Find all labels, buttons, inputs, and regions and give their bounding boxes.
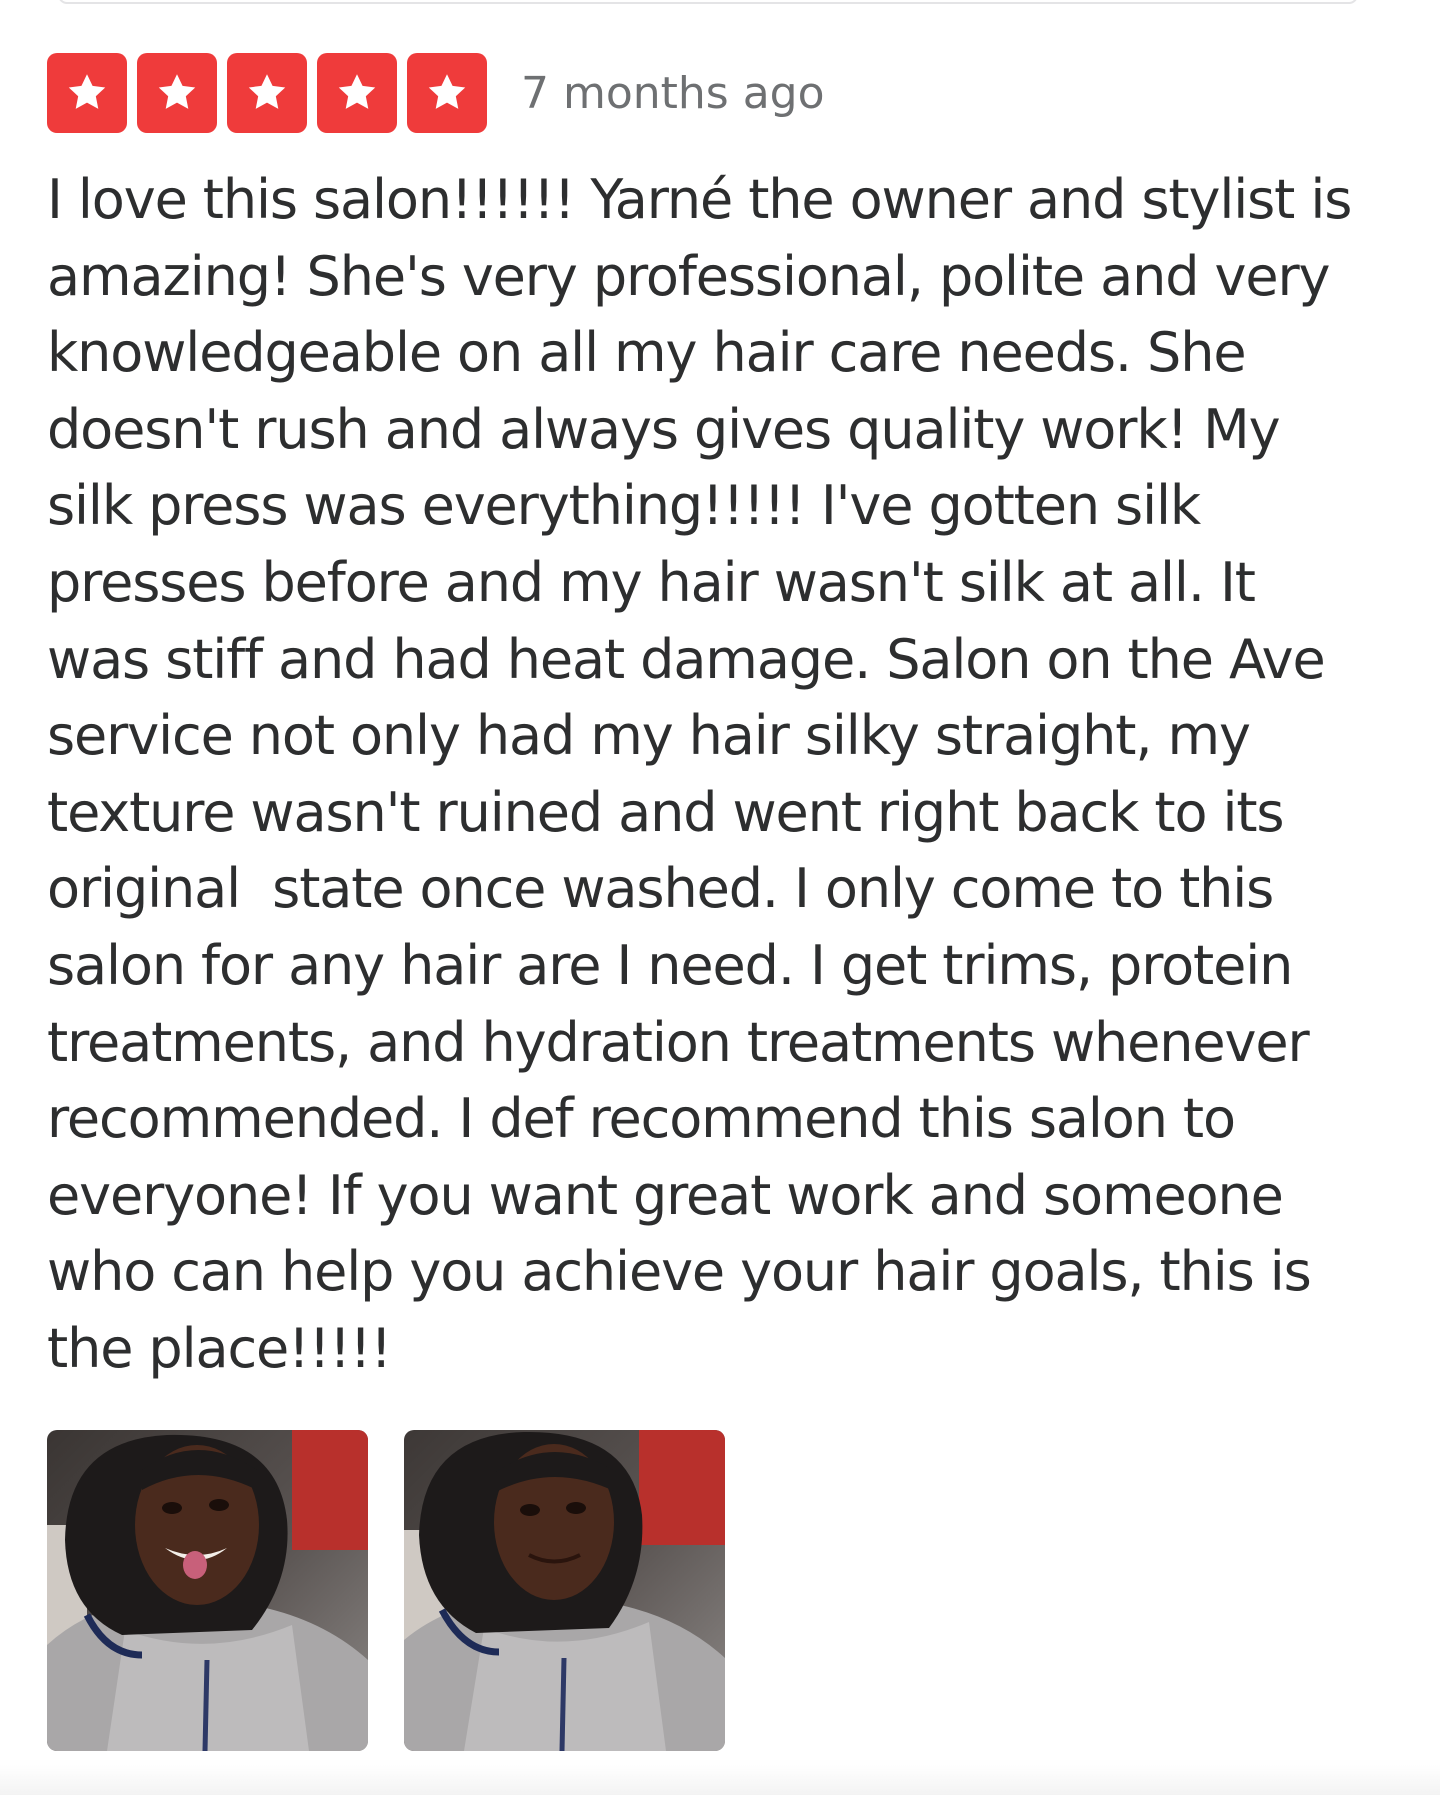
review-line: everyone! If you want great work and som… bbox=[47, 1163, 1284, 1227]
rating-row: 7 months ago bbox=[47, 52, 1387, 134]
review-line: original state once washed. I only come … bbox=[47, 857, 1274, 921]
review-photo-2[interactable] bbox=[404, 1430, 725, 1751]
review-line: salon for any hair are I need. I get tri… bbox=[47, 933, 1293, 997]
review-line: silk press was everything!!!!! I've gott… bbox=[47, 474, 1201, 538]
review-line: presses before and my hair wasn't silk a… bbox=[47, 550, 1256, 614]
review-line: who can help you achieve your hair goals… bbox=[47, 1240, 1312, 1304]
review-line: texture wasn't ruined and went right bac… bbox=[47, 780, 1285, 844]
review-photo-1[interactable] bbox=[47, 1430, 368, 1751]
bottom-edge bbox=[0, 1765, 1440, 1795]
review-line: amazing! She's very professional, polite… bbox=[47, 244, 1331, 308]
review-line: service not only had my hair silky strai… bbox=[47, 704, 1251, 768]
star-icon bbox=[137, 53, 217, 133]
review-photos bbox=[47, 1430, 725, 1751]
review-line: the place!!!!! bbox=[47, 1316, 392, 1380]
review-line: recommended. I def recommend this salon … bbox=[47, 1087, 1236, 1151]
star-icon bbox=[317, 53, 397, 133]
star-icon bbox=[47, 53, 127, 133]
review-line: doesn't rush and always gives quality wo… bbox=[47, 397, 1281, 461]
review-date: 7 months ago bbox=[521, 67, 825, 119]
star-icon bbox=[407, 53, 487, 133]
review-line: was stiff and had heat damage. Salon on … bbox=[47, 627, 1326, 691]
review-text: I love this salon!!!!!! Yarné the owner … bbox=[47, 162, 1387, 1388]
previous-card-edge bbox=[58, 0, 1358, 4]
review-line: I love this salon!!!!!! Yarné the owner … bbox=[47, 168, 1352, 231]
star-icon bbox=[227, 53, 307, 133]
review-card: 7 months ago I love this salon!!!!!! Yar… bbox=[47, 52, 1387, 1388]
review-line: treatments, and hydration treatments whe… bbox=[47, 1010, 1310, 1074]
review-line: knowledgeable on all my hair care needs.… bbox=[47, 321, 1247, 385]
star-rating bbox=[47, 53, 487, 133]
